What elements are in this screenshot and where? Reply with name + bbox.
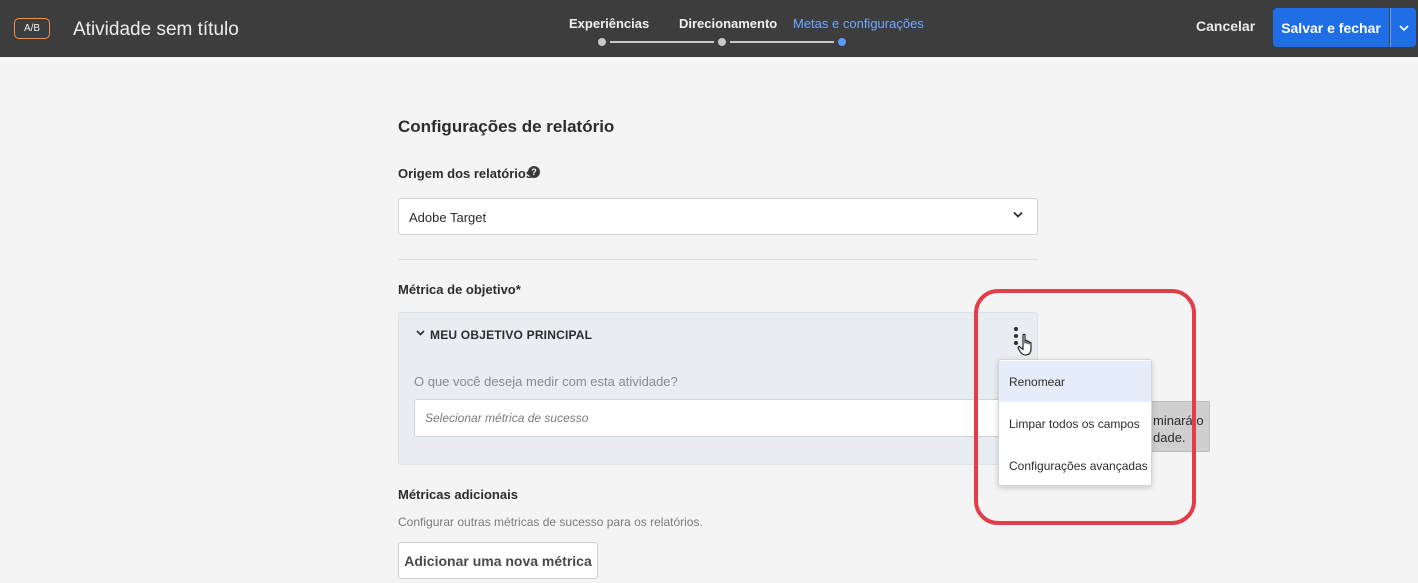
primary-goal-panel: MEU OBJETIVO PRINCIPAL O que você deseja… (398, 312, 1038, 465)
step-dot-goals-settings[interactable] (838, 38, 846, 46)
add-new-metric-button[interactable]: Adicionar uma nova métrica (398, 542, 598, 579)
reporting-source-value: Adobe Target (409, 210, 487, 225)
tooltip-line: minará o (1153, 413, 1204, 428)
save-options-dropdown[interactable] (1390, 8, 1416, 47)
more-vertical-icon[interactable] (1010, 326, 1022, 346)
cancel-button[interactable]: Cancelar (1196, 18, 1255, 34)
tooltip-line: dade. (1153, 430, 1186, 445)
reporting-source-label: Origem dos relatórios (398, 166, 534, 181)
step-targeting[interactable]: Direcionamento (679, 16, 777, 31)
chevron-down-icon (1013, 211, 1023, 218)
step-experiences[interactable]: Experiências (569, 16, 649, 31)
section-title-report-settings: Configurações de relatório (398, 117, 615, 136)
success-metric-input[interactable] (414, 399, 1014, 437)
goal-options-menu: Renomear Limpar todos os campos Configur… (998, 359, 1152, 486)
step-dot-experiences[interactable] (598, 38, 606, 46)
step-connector (610, 41, 714, 43)
help-circle-icon[interactable]: ? (528, 166, 540, 178)
menu-item-clear-fields[interactable]: Limpar todos os campos (999, 403, 1151, 444)
goal-question-label: O que você deseja medir com esta ativida… (414, 374, 678, 389)
menu-item-rename[interactable]: Renomear (999, 361, 1151, 402)
chevron-down-icon (1398, 24, 1409, 31)
top-bar: A/B Atividade sem título Experiências Di… (0, 0, 1418, 57)
step-dot-targeting[interactable] (718, 38, 726, 46)
primary-goal-title[interactable]: MEU OBJETIVO PRINCIPAL (430, 328, 592, 342)
activity-title[interactable]: Atividade sem título (73, 19, 239, 41)
ab-activity-badge: A/B (14, 18, 50, 39)
workflow-stepper: Experiências Direcionamento Metas e conf… (560, 0, 940, 57)
menu-item-advanced-settings[interactable]: Configurações avançadas (999, 445, 1151, 486)
step-goals-settings[interactable]: Metas e configurações (793, 16, 924, 31)
reporting-source-select[interactable]: Adobe Target (398, 198, 1038, 235)
step-connector (730, 41, 834, 43)
additional-metrics-label: Métricas adicionais (398, 487, 518, 502)
goal-metric-label: Métrica de objetivo* (398, 282, 521, 297)
save-and-close-button[interactable]: Salvar e fechar (1273, 8, 1389, 47)
section-divider (398, 259, 1038, 260)
additional-metrics-description: Configurar outras métricas de sucesso pa… (398, 515, 703, 529)
chevron-down-icon[interactable] (416, 330, 425, 336)
